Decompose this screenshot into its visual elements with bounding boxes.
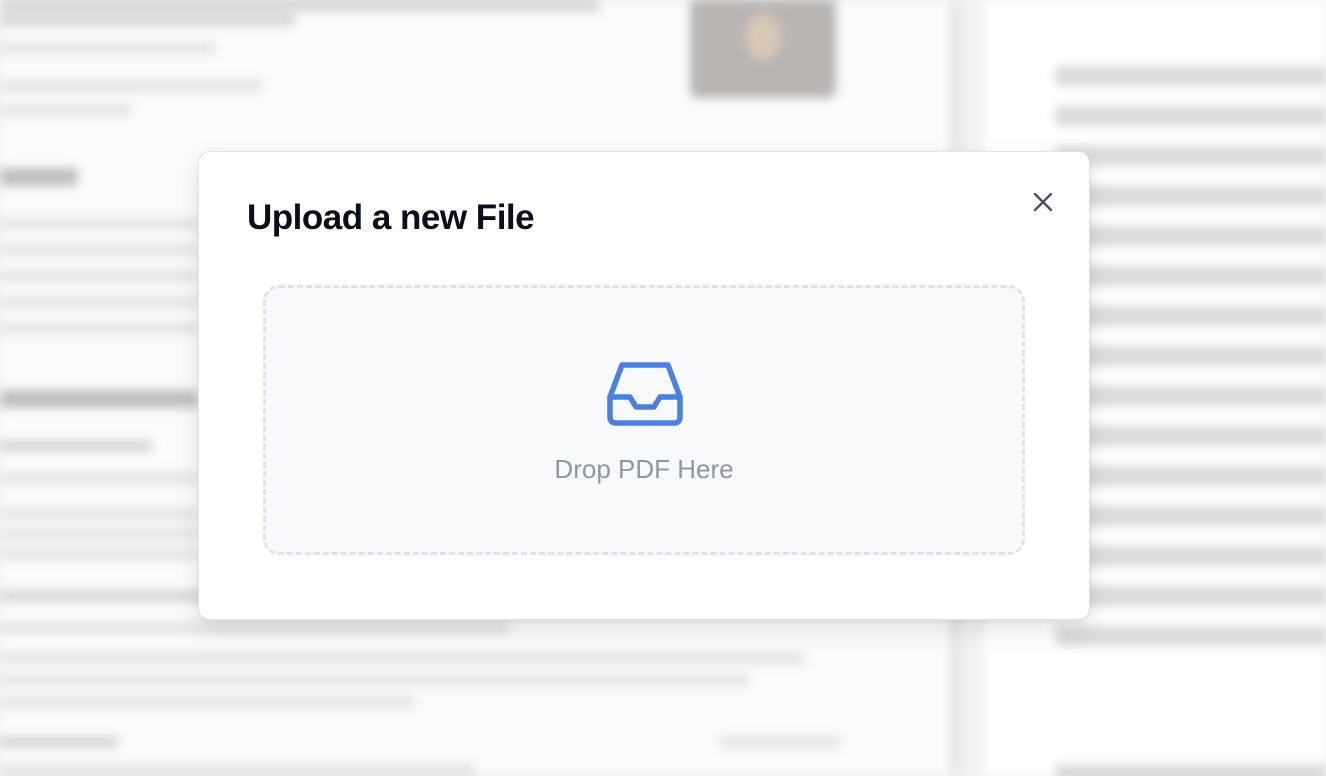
pdf-dropzone[interactable]: Drop PDF Here bbox=[263, 285, 1025, 555]
chat-text-line bbox=[1055, 426, 1326, 446]
resume-text-line bbox=[0, 696, 415, 708]
resume-text-line bbox=[0, 548, 198, 560]
resume-text-line bbox=[0, 652, 805, 664]
resume-text-line bbox=[0, 440, 152, 452]
close-icon bbox=[1033, 192, 1053, 212]
resume-text-line bbox=[0, 218, 200, 230]
chat-text-line bbox=[1055, 386, 1326, 406]
resume-text-line bbox=[0, 244, 198, 256]
resume-text-line bbox=[0, 622, 510, 634]
resume-text-line bbox=[0, 764, 475, 776]
resume-heading-line bbox=[0, 168, 78, 186]
resume-text-line bbox=[0, 270, 198, 282]
inbox-icon bbox=[607, 362, 683, 426]
chat-text-line bbox=[1055, 764, 1326, 776]
chat-text-line bbox=[1055, 106, 1326, 126]
chat-text-line bbox=[1055, 346, 1326, 366]
resume-text-line bbox=[720, 736, 840, 748]
chat-text-line bbox=[1055, 146, 1326, 166]
resume-text-line bbox=[0, 104, 132, 116]
resume-text-line bbox=[0, 472, 198, 484]
upload-modal: Upload a new File Drop PDF Here bbox=[198, 151, 1090, 620]
close-button[interactable] bbox=[1025, 184, 1061, 220]
chat-text-line bbox=[1055, 626, 1326, 646]
resume-text-line bbox=[0, 674, 750, 686]
resume-photo-detail bbox=[745, 14, 781, 60]
resume-text-line bbox=[0, 80, 262, 92]
resume-text-line bbox=[0, 322, 198, 334]
modal-title: Upload a new File bbox=[247, 198, 535, 237]
chat-text-line bbox=[1055, 586, 1326, 606]
dropzone-label: Drop PDF Here bbox=[554, 454, 734, 484]
resume-text-line bbox=[0, 14, 295, 26]
resume-text-line bbox=[0, 508, 198, 520]
chat-text-line bbox=[1055, 266, 1326, 286]
chat-text-line bbox=[1055, 66, 1326, 86]
resume-text-line bbox=[0, 528, 198, 540]
resume-text-line bbox=[0, 42, 215, 54]
chat-text-line bbox=[1055, 546, 1326, 566]
resume-heading-line bbox=[0, 390, 198, 408]
resume-text-line bbox=[0, 296, 198, 308]
chat-text-line bbox=[1055, 506, 1326, 526]
chat-text-line bbox=[1055, 306, 1326, 326]
chat-text-line bbox=[1055, 186, 1326, 206]
chat-text-line bbox=[1055, 466, 1326, 486]
resume-text-line bbox=[0, 736, 118, 748]
resume-text-line bbox=[0, 0, 600, 12]
chat-text-line bbox=[1055, 226, 1326, 246]
